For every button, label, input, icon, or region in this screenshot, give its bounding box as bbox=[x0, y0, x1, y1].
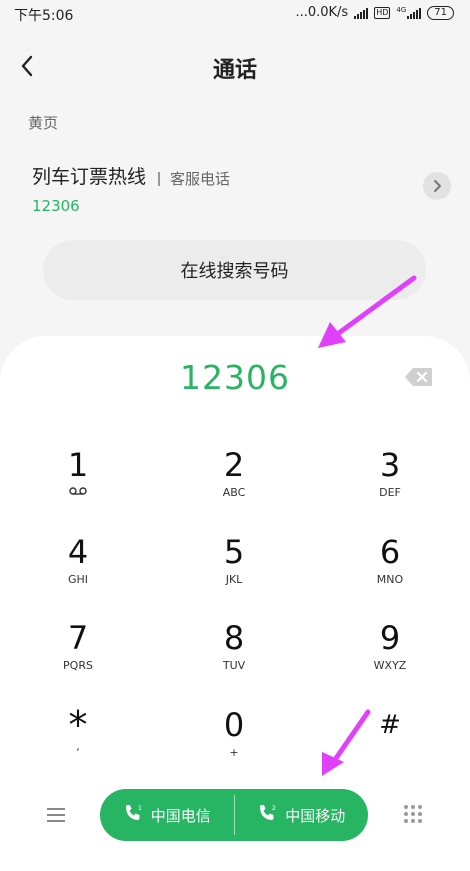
chevron-right-icon bbox=[434, 180, 441, 192]
key-digit: 0 bbox=[223, 706, 245, 744]
net-type-label: 4G bbox=[396, 5, 407, 14]
key-9[interactable]: 9 WXYZ bbox=[330, 619, 450, 693]
key-digit: 1 bbox=[67, 446, 89, 484]
call-sim1-label: 中国电信 bbox=[150, 806, 211, 825]
dialpad-grid-icon bbox=[404, 805, 422, 823]
key-letters: WXYZ bbox=[373, 659, 407, 672]
status-bar: 下午5:06 ...0.0K/s HD 4G 71 bbox=[0, 0, 470, 28]
call-sim2-button[interactable]: 2 中国移动 bbox=[235, 789, 369, 841]
key-8[interactable]: 8 TUV bbox=[174, 619, 294, 693]
key-letters: , bbox=[76, 740, 80, 753]
key-digit: # bbox=[379, 710, 401, 740]
key-digit: 2 bbox=[223, 446, 245, 484]
key-7[interactable]: 7 PQRS bbox=[18, 619, 138, 693]
key-letters: JKL bbox=[225, 573, 243, 586]
key-0[interactable]: 0 + bbox=[174, 706, 294, 780]
key-hash[interactable]: # bbox=[330, 706, 450, 780]
key-letters: ABC bbox=[222, 486, 246, 499]
key-star[interactable]: * , bbox=[18, 706, 138, 780]
key-digit: 4 bbox=[67, 533, 89, 571]
divider bbox=[158, 171, 161, 186]
hd-badge: HD bbox=[374, 6, 391, 19]
battery-icon: 71 bbox=[427, 5, 454, 20]
svg-text:2: 2 bbox=[272, 805, 276, 812]
call-button-group: 1 中国电信 2 中国移动 bbox=[100, 789, 368, 841]
signal-icon bbox=[354, 7, 369, 19]
key-letters: MNO bbox=[376, 573, 404, 586]
dialed-number: 12306 bbox=[180, 358, 290, 397]
phone-sim2-icon: 2 bbox=[257, 803, 277, 827]
key-digit: 8 bbox=[223, 619, 245, 657]
call-sim2-label: 中国移动 bbox=[285, 806, 346, 825]
key-4[interactable]: 4 GHI bbox=[18, 533, 138, 607]
key-digit: 9 bbox=[379, 619, 401, 657]
call-sim1-button[interactable]: 1 中国电信 bbox=[100, 789, 234, 841]
search-online-button[interactable]: 在线搜索号码 bbox=[43, 240, 426, 300]
voicemail-icon bbox=[18, 486, 138, 500]
status-time: 下午5:06 bbox=[14, 8, 74, 24]
key-digit: 5 bbox=[223, 533, 245, 571]
key-letters: + bbox=[229, 746, 239, 759]
status-indicators: ...0.0K/s HD 4G 71 bbox=[295, 5, 454, 20]
phone-sim1-icon: 1 bbox=[123, 803, 143, 827]
backspace-icon bbox=[405, 368, 432, 386]
key-2[interactable]: 2 ABC bbox=[174, 446, 294, 520]
contact-name: 列车订票热线 bbox=[32, 166, 147, 188]
contact-entry[interactable]: 列车订票热线 客服电话 12306 bbox=[32, 162, 230, 215]
contact-number: 12306 bbox=[32, 197, 80, 215]
key-letters: PQRS bbox=[63, 659, 93, 672]
menu-icon bbox=[47, 808, 65, 822]
key-1[interactable]: 1 bbox=[18, 446, 138, 520]
contact-detail-button[interactable] bbox=[423, 172, 451, 200]
key-letters: TUV bbox=[222, 659, 246, 672]
signal-4g-icon: 4G bbox=[396, 5, 422, 19]
key-3[interactable]: 3 DEF bbox=[330, 446, 450, 520]
key-digit: 3 bbox=[379, 446, 401, 484]
contact-category: 客服电话 bbox=[170, 170, 231, 188]
svg-text:1: 1 bbox=[138, 805, 142, 812]
page-title: 通话 bbox=[212, 58, 257, 83]
key-5[interactable]: 5 JKL bbox=[174, 533, 294, 607]
network-speed: ...0.0K/s bbox=[295, 5, 349, 20]
section-label-yellow-pages: 黄页 bbox=[28, 114, 59, 132]
key-letters: DEF bbox=[379, 486, 401, 499]
key-digit: 7 bbox=[67, 619, 89, 657]
key-6[interactable]: 6 MNO bbox=[330, 533, 450, 607]
header: 通话 bbox=[0, 44, 470, 90]
backspace-button[interactable] bbox=[404, 366, 434, 388]
menu-button[interactable] bbox=[44, 805, 68, 825]
key-digit: 6 bbox=[379, 533, 401, 571]
key-letters: GHI bbox=[67, 573, 89, 586]
keypad-toggle-button[interactable] bbox=[402, 803, 424, 825]
key-digit: * bbox=[68, 703, 88, 747]
